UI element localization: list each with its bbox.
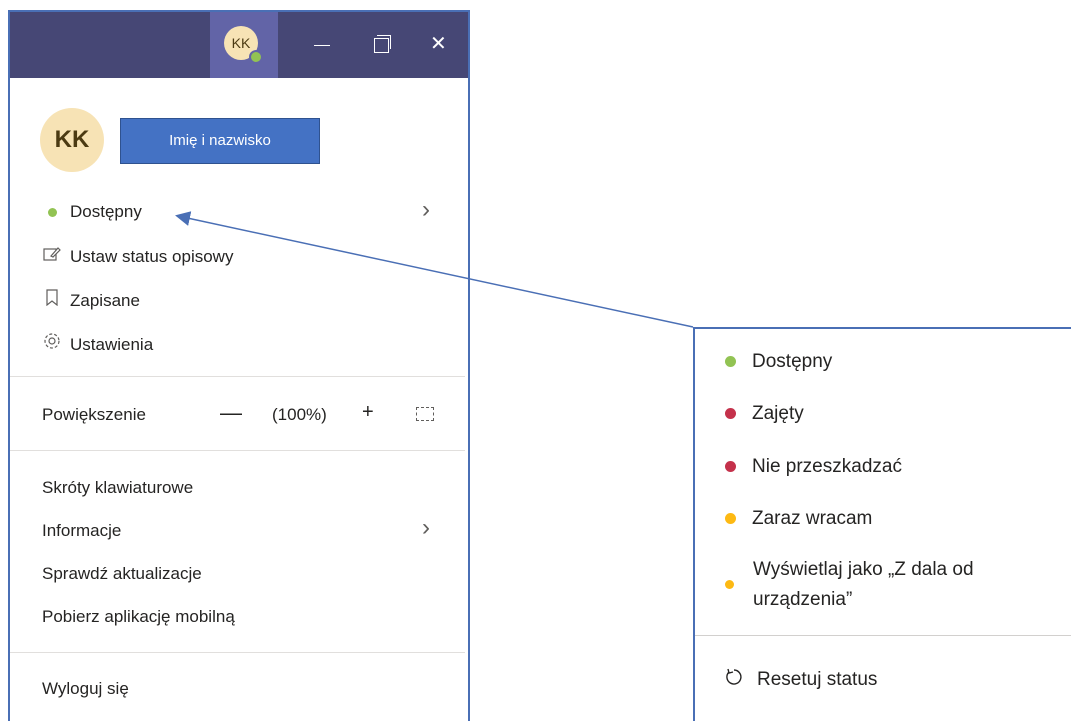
sign-out-item[interactable]: Wyloguj się bbox=[42, 679, 129, 699]
presence-available-icon bbox=[42, 202, 62, 222]
zoom-label: Powiększenie bbox=[42, 405, 146, 424]
status-option-appear-away[interactable]: Wyświetlaj jako „Z dala od urządzenia” bbox=[725, 555, 974, 615]
status-label: Dostępny bbox=[70, 202, 142, 221]
divider bbox=[10, 450, 465, 451]
divider bbox=[695, 635, 1071, 636]
check-updates-item[interactable]: Sprawdź aktualizacje bbox=[42, 564, 202, 584]
saved-item[interactable]: Zapisane bbox=[42, 289, 140, 311]
divider bbox=[10, 652, 465, 653]
full-screen-icon[interactable] bbox=[416, 407, 434, 421]
chevron-right-icon: › bbox=[422, 196, 430, 223]
maximize-button[interactable] bbox=[350, 12, 410, 78]
zoom-in-button[interactable]: + bbox=[362, 401, 374, 424]
get-mobile-app-item[interactable]: Pobierz aplikację mobilną bbox=[42, 607, 235, 627]
status-option-label: urządzenia” bbox=[753, 589, 853, 610]
chevron-right-icon: › bbox=[422, 514, 430, 541]
minimize-icon bbox=[314, 45, 330, 46]
status-option-busy[interactable]: Zajęty bbox=[725, 403, 804, 425]
teams-window: KK ✕ KK Imię i nazwisko Dostępny › Ustaw… bbox=[8, 10, 470, 721]
name-button[interactable]: Imię i nazwisko bbox=[120, 118, 320, 164]
about-item[interactable]: Informacje bbox=[42, 521, 121, 541]
profile-avatar: KK bbox=[40, 108, 104, 172]
zoom-value: (100%) bbox=[272, 405, 327, 424]
set-status-message-label: Ustaw status opisowy bbox=[70, 247, 234, 266]
status-option-label: Dostępny bbox=[752, 351, 833, 372]
status-option-dnd[interactable]: Nie przeszkadzać bbox=[725, 456, 902, 478]
scrollbar[interactable] bbox=[468, 78, 470, 721]
presence-busy-icon bbox=[725, 408, 736, 420]
presence-available-icon bbox=[249, 50, 263, 64]
settings-item[interactable]: Ustawienia bbox=[42, 332, 153, 355]
set-status-message-item[interactable]: Ustaw status opisowy bbox=[42, 246, 233, 267]
presence-away-icon bbox=[725, 513, 736, 525]
saved-label: Zapisane bbox=[70, 291, 140, 310]
close-button[interactable]: ✕ bbox=[408, 12, 468, 78]
status-option-available[interactable]: Dostępny bbox=[725, 351, 832, 373]
reset-status-label: Resetuj status bbox=[757, 669, 878, 691]
status-submenu: Dostępny Zajęty Nie przeszkadzać Zaraz w… bbox=[693, 327, 1071, 721]
title-bar: KK ✕ bbox=[10, 12, 468, 78]
close-icon: ✕ bbox=[430, 33, 447, 55]
presence-available-icon bbox=[725, 356, 736, 368]
zoom-out-button[interactable]: — bbox=[220, 400, 242, 426]
status-option-label: Wyświetlaj jako „Z dala od bbox=[753, 559, 974, 580]
status-option-label: Zaraz wracam bbox=[752, 508, 873, 529]
keyboard-shortcuts-item[interactable]: Skróty klawiaturowe bbox=[42, 478, 193, 498]
presence-away-icon bbox=[725, 580, 734, 589]
profile-avatar-button[interactable]: KK bbox=[210, 12, 278, 78]
presence-dnd-icon bbox=[725, 461, 736, 473]
restore-icon bbox=[374, 35, 391, 53]
status-option-label: Nie przeszkadzać bbox=[752, 456, 902, 477]
status-menu-item[interactable]: Dostępny bbox=[42, 202, 142, 222]
reset-status-item[interactable]: Resetuj status bbox=[725, 668, 877, 692]
edit-note-icon bbox=[42, 246, 62, 267]
gear-icon bbox=[42, 332, 62, 355]
minimize-button[interactable] bbox=[292, 12, 352, 78]
status-option-brb[interactable]: Zaraz wracam bbox=[725, 508, 872, 530]
bookmark-icon bbox=[42, 289, 62, 311]
profile-menu: KK Imię i nazwisko Dostępny › Ustaw stat… bbox=[10, 78, 465, 721]
divider bbox=[10, 376, 465, 377]
reset-icon bbox=[725, 668, 743, 692]
settings-label: Ustawienia bbox=[70, 335, 154, 354]
status-option-label: Zajęty bbox=[752, 403, 804, 424]
